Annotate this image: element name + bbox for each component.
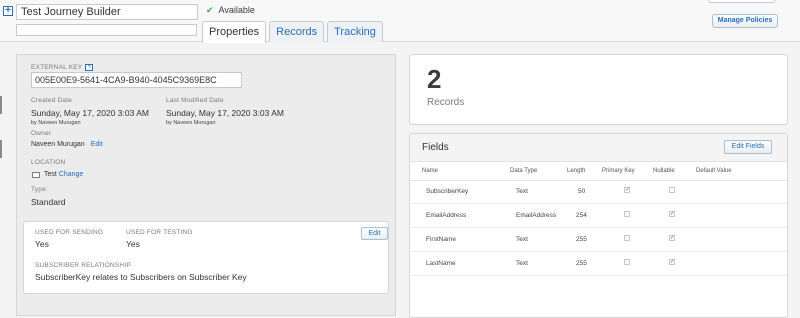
column-header-data-type: Data Type — [510, 168, 538, 174]
primary-key-checkbox[interactable] — [624, 211, 630, 217]
primary-key-checkbox[interactable] — [624, 235, 630, 241]
sending-value: Yes — [35, 239, 49, 249]
properties-panel: EXTERNAL KEY? 005E00E9-5641-4CA9-B940-40… — [16, 54, 396, 316]
scroll-marker — [0, 96, 2, 114]
created-date-label: Created Date — [31, 97, 73, 104]
external-key-field[interactable]: 005E00E9-5641-4CA9-B940-4045C9369E8C — [31, 72, 242, 88]
column-header-nullable: Nullable — [653, 168, 675, 174]
modified-by: by Naveen Murugan — [166, 120, 216, 126]
column-header-primary-key: Primary Key — [602, 168, 635, 174]
testing-label: USED FOR TESTING — [126, 229, 193, 236]
folder-icon — [32, 172, 40, 178]
tab-properties[interactable]: Properties — [202, 21, 267, 43]
name-input[interactable]: Test Journey Builder — [16, 4, 198, 20]
add-icon[interactable]: + — [3, 6, 13, 16]
check-icon: ✔ — [206, 5, 214, 15]
field-name: SubscriberKey — [426, 188, 469, 195]
field-name: EmailAddress — [426, 212, 467, 219]
field-type: Text — [516, 260, 528, 267]
scroll-marker — [0, 140, 2, 158]
tab-records[interactable]: Records — [269, 21, 325, 42]
primary-key-checkbox[interactable] — [624, 259, 630, 265]
fields-card: Fields Edit Fields Name Data Type Length… — [409, 133, 788, 318]
created-date-value: Sunday, May 17, 2020 3:03 AM — [31, 108, 149, 118]
subscriber-relationship-value: SubscriberKey relates to Subscribers on … — [35, 272, 247, 282]
help-icon[interactable]: ? — [85, 64, 94, 71]
description-input[interactable] — [16, 24, 197, 36]
field-name: LastName — [426, 260, 456, 267]
column-header-name: Name — [422, 168, 439, 174]
field-length: 50 — [578, 188, 586, 195]
column-header-length: Length — [567, 168, 586, 174]
field-length: 255 — [576, 260, 587, 267]
records-label: Records — [427, 97, 465, 108]
status-available: ✔ Available — [206, 5, 255, 16]
fields-header: Fields Edit Fields — [410, 134, 787, 162]
testing-value: Yes — [126, 239, 140, 249]
type-label: Type: — [31, 186, 48, 193]
nullable-checkbox[interactable]: ✓ — [669, 235, 675, 241]
modified-date-label: Last Modified Date — [166, 97, 224, 104]
created-by: by Naveen Murugan — [31, 120, 81, 126]
nullable-checkbox[interactable]: ✓ — [669, 211, 675, 217]
column-header-default-value: Default Value — [696, 168, 732, 174]
table-row[interactable]: SubscriberKey Text 50 ✓ — [410, 180, 787, 204]
field-length: 255 — [576, 236, 587, 243]
sending-label: USED FOR SENDING — [35, 229, 104, 236]
tab-tracking[interactable]: Tracking — [327, 21, 383, 42]
fields-title: Fields — [422, 142, 449, 153]
nullable-checkbox[interactable] — [669, 187, 675, 193]
header-bar: + Test Journey Builder ✔ Available Proper… — [0, 0, 800, 43]
owner-label: Owner — [31, 130, 52, 137]
records-card: 2 Records — [409, 54, 788, 125]
edit-fields-button[interactable]: Edit Fields — [724, 140, 772, 154]
record-count: 2 — [427, 64, 442, 94]
field-length: 254 — [576, 212, 587, 219]
nullable-checkbox[interactable]: ✓ — [669, 259, 675, 265]
tab-bar: Properties Records Tracking — [202, 21, 386, 43]
owner-edit-link[interactable]: Edit — [91, 141, 103, 148]
edit-button[interactable]: Edit — [361, 227, 388, 240]
field-type: Text — [516, 188, 528, 195]
location-change-link[interactable]: Change — [59, 171, 84, 178]
type-value: Standard — [31, 197, 66, 207]
table-row[interactable]: LastName Text 255 ✓ — [410, 252, 787, 276]
primary-key-checkbox[interactable]: ✓ — [624, 187, 630, 193]
table-row[interactable]: FirstName Text 255 ✓ — [410, 228, 787, 252]
modified-date-value: Sunday, May 17, 2020 3:03 AM — [166, 108, 284, 118]
owner-value: Naveen Murugan Edit — [31, 141, 103, 148]
location-label: LOCATION — [31, 159, 66, 166]
subscriber-relationship-label: SUBSCRIBER RELATIONSHIP — [35, 262, 131, 269]
field-type: EmailAddress — [516, 212, 557, 219]
toolbar-fragment[interactable] — [708, 0, 776, 3]
manage-policies-button[interactable]: Manage Policies — [712, 14, 778, 28]
field-type: Text — [516, 236, 528, 243]
sending-settings-card: USED FOR SENDING Yes USED FOR TESTING Ye… — [23, 221, 389, 294]
field-name: FirstName — [426, 236, 456, 243]
status-label: Available — [218, 5, 255, 15]
external-key-label: EXTERNAL KEY? — [31, 64, 94, 71]
location-value: Test Change — [44, 171, 84, 178]
table-row[interactable]: EmailAddress EmailAddress 254 ✓ — [410, 204, 787, 228]
